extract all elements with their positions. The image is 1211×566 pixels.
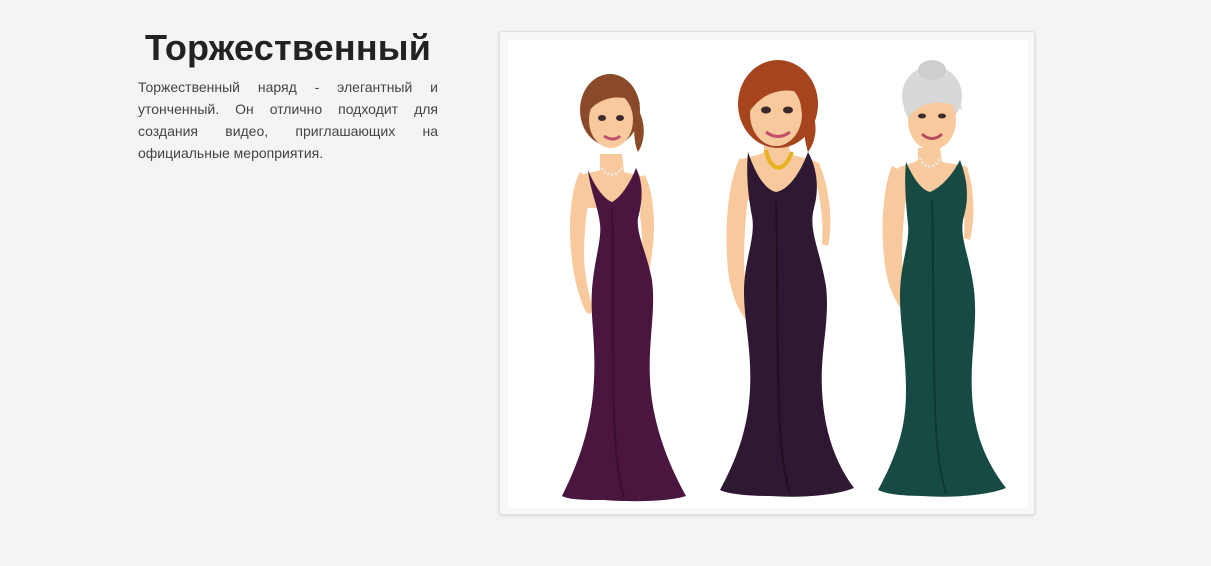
illustration-card [499,31,1035,515]
formal-outfits-illustration [562,60,1006,502]
woman-center [720,60,854,497]
woman-right [878,60,1006,497]
section-title: Торжественный [144,27,432,68]
illustration-frame [508,40,1028,508]
text-column: Торжественный Торжественный наряд - элег… [138,28,438,164]
page: Торжественный Торжественный наряд - элег… [0,0,1211,566]
woman-left [562,74,686,502]
section-description: Торжественный наряд - элегантный и утонч… [138,79,438,161]
